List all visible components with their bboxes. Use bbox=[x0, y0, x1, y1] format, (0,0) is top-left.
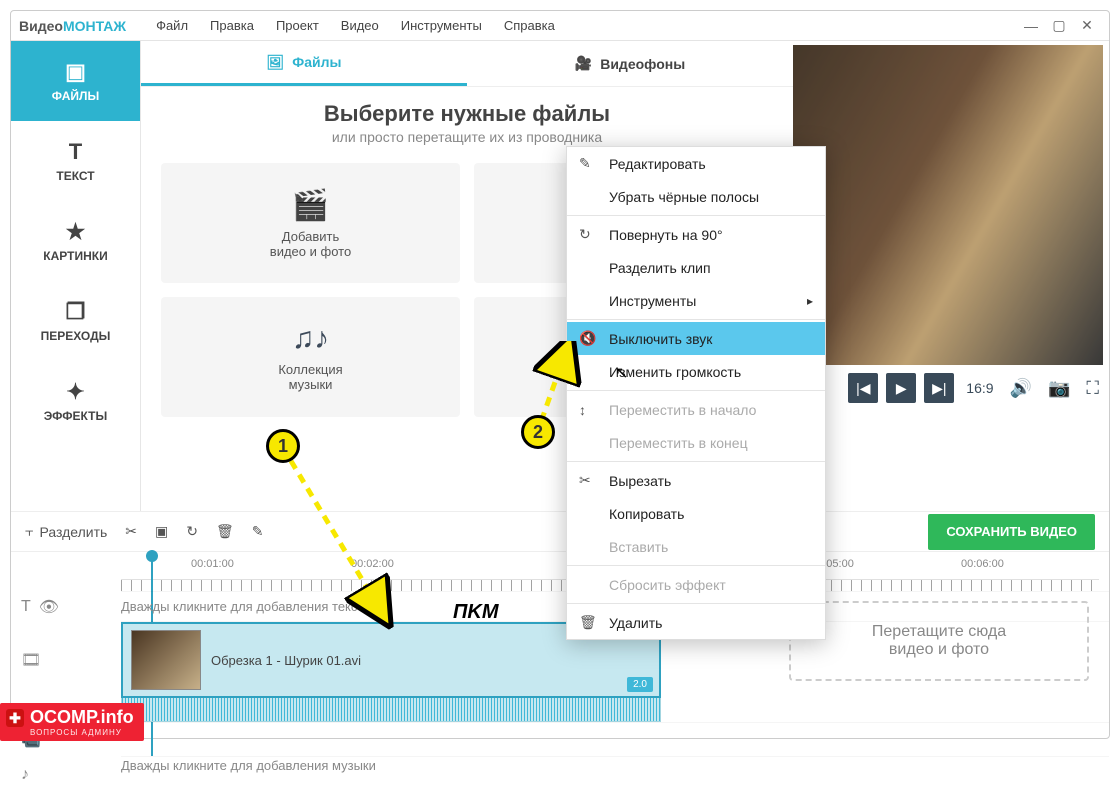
ctx-volume[interactable]: Изменить громкость bbox=[567, 355, 825, 388]
annotation-bubble-1: 1 bbox=[266, 429, 300, 463]
timeline-toolbar: ⫟Разделить ✂ ▣ ↻ 🗑 ✎ СОХРАНИТЬ ВИДЕО bbox=[11, 511, 1109, 551]
track-camera[interactable]: 📹 bbox=[121, 722, 1109, 756]
mute-icon: 🔇 bbox=[579, 330, 596, 347]
tool-split[interactable]: ⫟Разделить bbox=[25, 523, 107, 540]
menu-tools[interactable]: Инструменты bbox=[401, 18, 482, 33]
card-add-media[interactable]: 🎬 Добавитьвидео и фото bbox=[161, 163, 460, 283]
intro-heading: Выберите нужные файлы bbox=[141, 101, 793, 127]
tab-videobg[interactable]: 🎥Видеофоны bbox=[467, 41, 793, 86]
ctx-cut[interactable]: ✂Вырезать bbox=[567, 464, 825, 497]
tab-files[interactable]: 🖼Файлы bbox=[141, 41, 467, 86]
video-track-icon: 🎞 bbox=[21, 650, 41, 670]
image-icon: ▣ bbox=[65, 59, 86, 85]
clip-waveform bbox=[121, 698, 661, 722]
move-icon: ↕ bbox=[579, 402, 586, 418]
ctx-blackbars[interactable]: Убрать чёрные полосы bbox=[567, 180, 825, 213]
track-audio[interactable]: ♪ Дважды кликните для добавления музыки bbox=[121, 756, 1109, 792]
audio-track-prompt: Дважды кликните для добавления музыки bbox=[121, 758, 376, 773]
trash-icon: 🗑 bbox=[579, 614, 597, 631]
film-icon: 🎬 bbox=[292, 188, 329, 223]
tool-rotate[interactable]: ↻ bbox=[186, 523, 198, 540]
pencil-icon: ✎ bbox=[579, 155, 591, 172]
audio-track-icon: ♪ bbox=[21, 766, 29, 784]
aspect-ratio[interactable]: 16:9 bbox=[962, 380, 997, 396]
split-icon: ⫟ bbox=[25, 523, 33, 540]
time-marker: 00:02:00 bbox=[351, 558, 394, 570]
sidebar-effects[interactable]: ✦ЭФФЕКТЫ bbox=[11, 361, 140, 441]
card-music[interactable]: ♫♪ Коллекциямузыки bbox=[161, 297, 460, 417]
submenu-arrow-icon: ▸ bbox=[807, 294, 813, 308]
drop-zone[interactable]: Перетащите сюда видео и фото bbox=[789, 601, 1089, 681]
snapshot-icon[interactable]: 📷 bbox=[1044, 378, 1074, 399]
ctx-split[interactable]: Разделить клип bbox=[567, 251, 825, 284]
left-sidebar: ▣ФАЙЛЫ TТЕКСТ ★КАРТИНКИ ❐ПЕРЕХОДЫ ✦ЭФФЕК… bbox=[11, 41, 141, 511]
annotation-overlay-text: ПKM bbox=[453, 601, 499, 624]
context-menu: ✎Редактировать Убрать чёрные полосы ↻Пов… bbox=[566, 146, 826, 640]
maximize-button[interactable]: ▢ bbox=[1045, 15, 1073, 37]
sidebar-transitions[interactable]: ❐ПЕРЕХОДЫ bbox=[11, 281, 140, 361]
scissors-icon: ✂ bbox=[579, 472, 591, 489]
prev-button[interactable]: |◀ bbox=[848, 373, 878, 403]
video-preview[interactable] bbox=[793, 45, 1103, 365]
text-track-prompt: Дважды кликните для добавления текста bbox=[121, 599, 370, 614]
tool-cut[interactable]: ✂ bbox=[125, 523, 137, 540]
clip-speed-badge: 2.0 bbox=[627, 677, 653, 692]
sidebar-files[interactable]: ▣ФАЙЛЫ bbox=[11, 41, 140, 121]
volume-icon[interactable]: 🔊 bbox=[1006, 378, 1036, 399]
app-logo: ВидеоМОНТАЖ bbox=[19, 18, 126, 34]
ctx-copy[interactable]: Копировать bbox=[567, 497, 825, 530]
close-button[interactable]: ✕ bbox=[1073, 15, 1101, 37]
ctx-mute[interactable]: 🔇Выключить звук bbox=[567, 322, 825, 355]
time-marker: 00:01:00 bbox=[191, 558, 234, 570]
ctx-moveend: Переместить в конец bbox=[567, 426, 825, 459]
annotation-bubble-2: 2 bbox=[521, 415, 555, 449]
clip-thumbnail bbox=[131, 630, 201, 690]
eye-icon[interactable]: 👁 bbox=[39, 597, 59, 617]
ctx-reset: Сбросить эффект bbox=[567, 568, 825, 601]
ctx-delete[interactable]: 🗑Удалить bbox=[567, 606, 825, 639]
time-marker: 00:06:00 bbox=[961, 558, 1004, 570]
text-icon: T bbox=[69, 139, 82, 165]
sidebar-pictures[interactable]: ★КАРТИНКИ bbox=[11, 201, 140, 281]
sidebar-text[interactable]: TТЕКСТ bbox=[11, 121, 140, 201]
ctx-rotate[interactable]: ↻Повернуть на 90° bbox=[567, 218, 825, 251]
ctx-paste: Вставить bbox=[567, 530, 825, 563]
minimize-button[interactable]: ― bbox=[1017, 15, 1045, 37]
text-track-icon: T bbox=[21, 598, 31, 616]
watermark-badge: OCOMP.info ВОПРОСЫ АДМИНУ bbox=[0, 703, 144, 741]
fullscreen-icon[interactable]: ⛶ bbox=[1082, 378, 1103, 399]
menu-file[interactable]: Файл bbox=[156, 18, 188, 33]
wand-icon: ✦ bbox=[66, 379, 84, 405]
tool-crop[interactable]: ▣ bbox=[155, 523, 168, 540]
tool-edit[interactable]: ✎ bbox=[252, 523, 264, 540]
menu-help[interactable]: Справка bbox=[504, 18, 555, 33]
tool-delete[interactable]: 🗑 bbox=[216, 523, 234, 540]
save-video-button[interactable]: СОХРАНИТЬ ВИДЕО bbox=[928, 514, 1095, 550]
next-button[interactable]: ▶| bbox=[924, 373, 954, 403]
rotate-icon: ↻ bbox=[579, 226, 591, 243]
intro-sub: или просто перетащите их из проводника bbox=[141, 129, 793, 145]
play-button[interactable]: ▶ bbox=[886, 373, 916, 403]
ctx-movestart: ↕Переместить в начало bbox=[567, 393, 825, 426]
picture-icon: 🖼 bbox=[267, 54, 285, 71]
menu-video[interactable]: Видео bbox=[341, 18, 379, 33]
ctx-tools[interactable]: Инструменты▸ bbox=[567, 284, 825, 317]
clip-name: Обрезка 1 - Шурик 01.avi bbox=[211, 653, 361, 668]
camera-icon: 🎥 bbox=[575, 55, 592, 72]
menu-project[interactable]: Проект bbox=[276, 18, 319, 33]
menu-bar: Файл Правка Проект Видео Инструменты Спр… bbox=[156, 18, 555, 33]
ctx-edit[interactable]: ✎Редактировать bbox=[567, 147, 825, 180]
menu-edit[interactable]: Правка bbox=[210, 18, 254, 33]
layers-icon: ❐ bbox=[66, 299, 86, 325]
star-icon: ★ bbox=[66, 219, 86, 245]
music-icon: ♫♪ bbox=[292, 322, 330, 356]
